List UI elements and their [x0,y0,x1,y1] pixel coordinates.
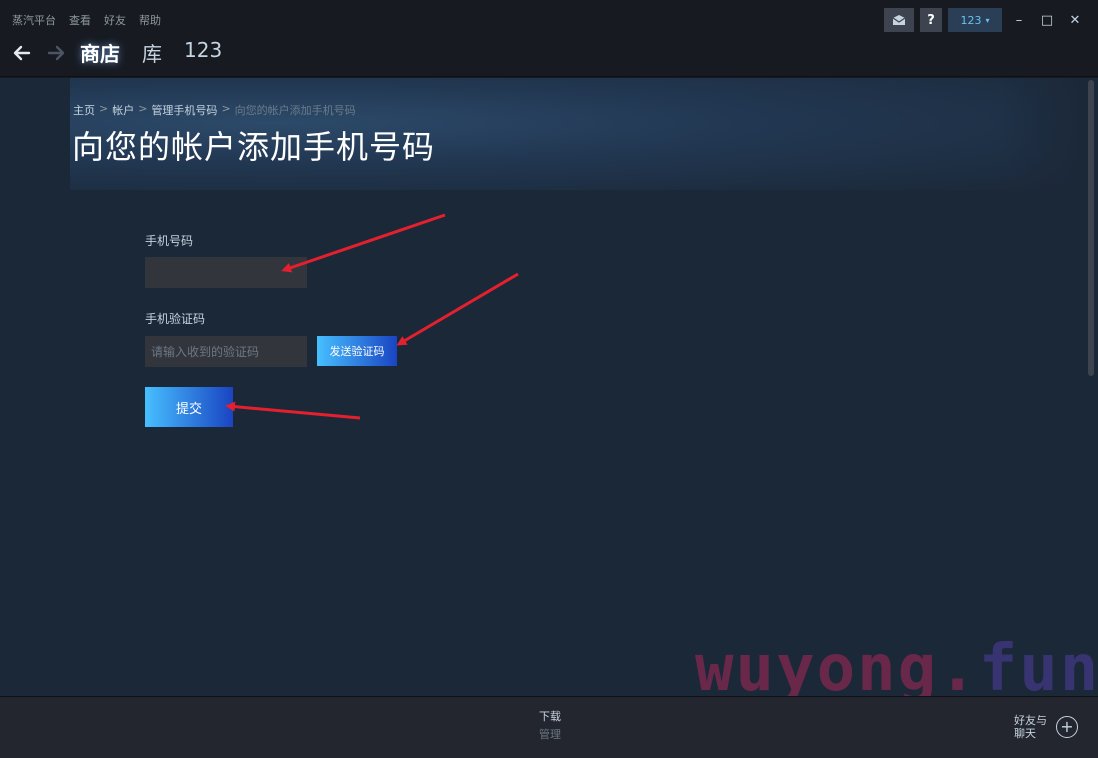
phone-number-input[interactable] [145,257,307,288]
downloads-manage-label: 管理 [539,728,561,741]
arrow-left-icon[interactable] [10,41,34,65]
menu-item-friends[interactable]: 好友 [104,12,126,28]
watermark: wuyong.fun [695,632,1098,696]
menu-item-help[interactable]: 帮助 [139,12,161,28]
tab-library[interactable]: 库 [142,38,162,67]
tab-profile[interactable]: 123 [184,38,222,67]
arrow-right-icon[interactable] [44,41,68,65]
page-title: 向您的帐户添加手机号码 [72,128,436,166]
window-controls: ? 123 ▾ – □ ✕ [884,8,1086,32]
send-code-button[interactable]: 发送验证码 [317,336,397,366]
scrollbar-thumb[interactable] [1088,80,1094,376]
verification-code-label: 手机验证码 [145,312,206,326]
breadcrumb-current: 向您的帐户添加手机号码 [234,104,356,117]
submit-button[interactable]: 提交 [145,387,233,427]
friends-chat-label: 好友与聊天 [1014,714,1047,740]
breadcrumb-manage-phone[interactable]: 管理手机号码 [151,102,217,118]
breadcrumb-home[interactable]: 主页 [73,102,95,118]
breadcrumb-separator: > [99,102,109,115]
minimize-button[interactable]: – [1008,9,1030,31]
envelope-icon[interactable] [884,8,914,32]
breadcrumb-separator: > [221,102,231,115]
bottom-bar: 下载 管理 好友与聊天 + [0,696,1098,758]
help-button[interactable]: ? [920,8,942,32]
friends-chat-button[interactable]: 好友与聊天 + [1014,714,1078,740]
maximize-button[interactable]: □ [1036,9,1058,31]
main-tabs: 商店 库 123 [80,38,222,67]
verification-code-input[interactable] [145,336,307,367]
account-menu-button[interactable]: 123 ▾ [948,8,1002,32]
title-bar: 蒸汽平台 查看 好友 帮助 商店 库 123 ? 123 ▾ – □ ✕ [0,0,1098,77]
tab-store[interactable]: 商店 [80,38,120,67]
nav-arrows [10,41,68,65]
breadcrumb: 主页 > 帐户 > 管理手机号码 > 向您的帐户添加手机号码 [73,102,356,118]
chevron-down-icon: ▾ [985,15,990,25]
add-friend-icon: + [1056,716,1078,738]
menu-bar: 蒸汽平台 查看 好友 帮助 [12,12,161,28]
main-content: 主页 > 帐户 > 管理手机号码 > 向您的帐户添加手机号码 向您的帐户添加手机… [0,78,1098,696]
watermark-text-tail: fun [978,632,1098,696]
phone-number-label: 手机号码 [145,234,194,248]
close-button[interactable]: ✕ [1064,9,1086,31]
breadcrumb-account[interactable]: 帐户 [112,102,134,118]
watermark-text: wuyong. [695,632,979,696]
menu-item-view[interactable]: 查看 [69,12,91,28]
account-name: 123 [960,13,982,27]
menu-item-platform[interactable]: 蒸汽平台 [12,12,56,28]
downloads-button[interactable]: 下载 管理 [522,708,578,742]
downloads-label: 下载 [539,710,561,723]
breadcrumb-separator: > [138,102,148,115]
